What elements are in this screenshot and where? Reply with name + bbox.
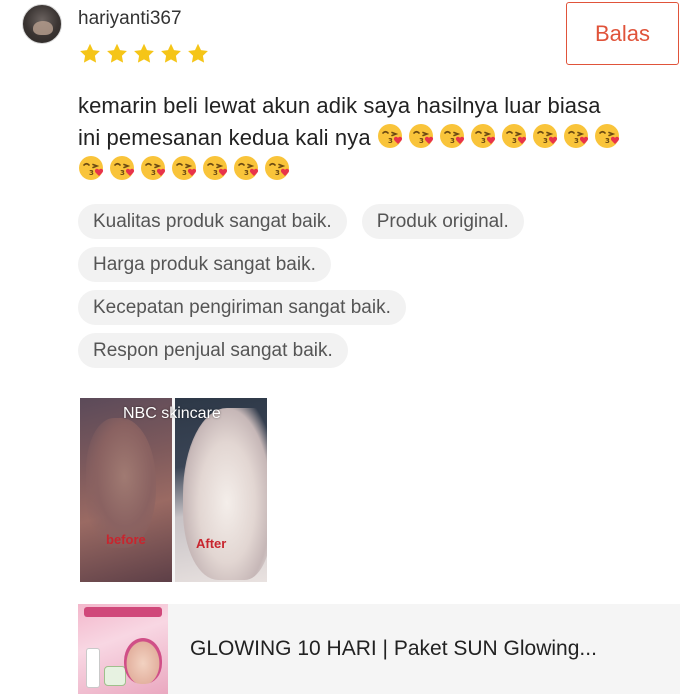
face-blowing-kiss-icon: 3 (140, 154, 168, 182)
svg-text:3: 3 (151, 169, 156, 177)
thumbnail-model (124, 638, 162, 684)
photo-watermark: NBC skincare (123, 405, 221, 422)
face-blowing-kiss-icon: 3 (233, 154, 261, 182)
face-blowing-kiss-icon: 3 (563, 122, 591, 150)
svg-text:3: 3 (275, 169, 280, 177)
tag-row: Respon penjual sangat baik. (78, 333, 678, 368)
review-tag: Kecepatan pengiriman sangat baik. (78, 290, 406, 325)
svg-text:3: 3 (213, 169, 218, 177)
tag-row: Kualitas produk sangat baik. Produk origi… (78, 204, 678, 239)
svg-text:3: 3 (419, 137, 424, 145)
review-tag: Produk original. (361, 204, 524, 239)
reply-button[interactable]: Balas (566, 2, 679, 65)
svg-text:3: 3 (388, 137, 393, 145)
review-tag: Kualitas produk sangat baik. (78, 204, 347, 239)
face-blowing-kiss-icon: 3 (594, 122, 622, 150)
thumbnail-bottle (86, 648, 100, 688)
after-photo (173, 398, 267, 582)
star-rating (78, 42, 210, 66)
face-blowing-kiss-icon: 3 (264, 154, 292, 182)
review-photo[interactable]: NBC skincare before After (80, 398, 267, 582)
review-card: hariyanti367 Balas kemarin beli lewat ak… (0, 0, 700, 700)
svg-text:3: 3 (574, 137, 579, 145)
face-blowing-kiss-icon: 3 (532, 122, 560, 150)
thumbnail-banner (84, 607, 162, 617)
svg-text:3: 3 (605, 137, 610, 145)
reviewer-username[interactable]: hariyanti367 (78, 8, 182, 30)
photo-divider (172, 398, 175, 582)
emoji-row: 3 3 3 3 3 3 3 3 (377, 122, 625, 150)
svg-text:3: 3 (182, 169, 187, 177)
face-blowing-kiss-icon: 3 (171, 154, 199, 182)
svg-text:3: 3 (89, 169, 94, 177)
svg-text:3: 3 (450, 137, 455, 145)
review-line: kemarin beli lewat akun adik saya hasiln… (78, 93, 601, 118)
review-line-with-emoji: ini pemesanan kedua kali nya 3 3 3 3 3 3 3 3 (78, 122, 678, 154)
thumbnail-jar (104, 666, 126, 686)
before-label: before (106, 532, 146, 547)
svg-text:3: 3 (120, 169, 125, 177)
face-blowing-kiss-icon: 3 (470, 122, 498, 150)
svg-text:3: 3 (543, 137, 548, 145)
face-blowing-kiss-icon: 3 (439, 122, 467, 150)
review-text: kemarin beli lewat akun adik saya hasiln… (78, 90, 678, 186)
product-thumbnail (78, 604, 168, 694)
face-blowing-kiss-icon: 3 (408, 122, 436, 150)
face-blowing-kiss-icon: 3 (377, 122, 405, 150)
review-line: ini pemesanan kedua kali nya (78, 125, 371, 150)
face-blowing-kiss-icon: 3 (78, 154, 106, 182)
star-icon (134, 43, 154, 63)
review-tag: Respon penjual sangat baik. (78, 333, 348, 368)
tag-row: Kecepatan pengiriman sangat baik. (78, 290, 678, 325)
before-photo (80, 398, 173, 582)
after-label: After (196, 536, 227, 551)
review-tags: Kualitas produk sangat baik. Produk origi… (78, 204, 678, 376)
review-tag: Harga produk sangat baik. (78, 247, 331, 282)
product-link[interactable]: GLOWING 10 HARI | Paket SUN Glowing... (78, 604, 680, 694)
star-icon (161, 43, 181, 63)
product-title: GLOWING 10 HARI | Paket SUN Glowing... (190, 637, 597, 660)
emoji-row: 3 3 3 3 3 3 3 (78, 154, 295, 182)
star-icon (80, 43, 100, 63)
tag-row: Harga produk sangat baik. (78, 247, 678, 282)
star-icon (107, 43, 127, 63)
face-blowing-kiss-icon: 3 (109, 154, 137, 182)
face-blowing-kiss-icon: 3 (202, 154, 230, 182)
star-icon (188, 43, 208, 63)
face-blowing-kiss-icon: 3 (501, 122, 529, 150)
svg-text:3: 3 (244, 169, 249, 177)
svg-text:3: 3 (481, 137, 486, 145)
svg-text:3: 3 (512, 137, 517, 145)
avatar[interactable] (22, 4, 62, 44)
